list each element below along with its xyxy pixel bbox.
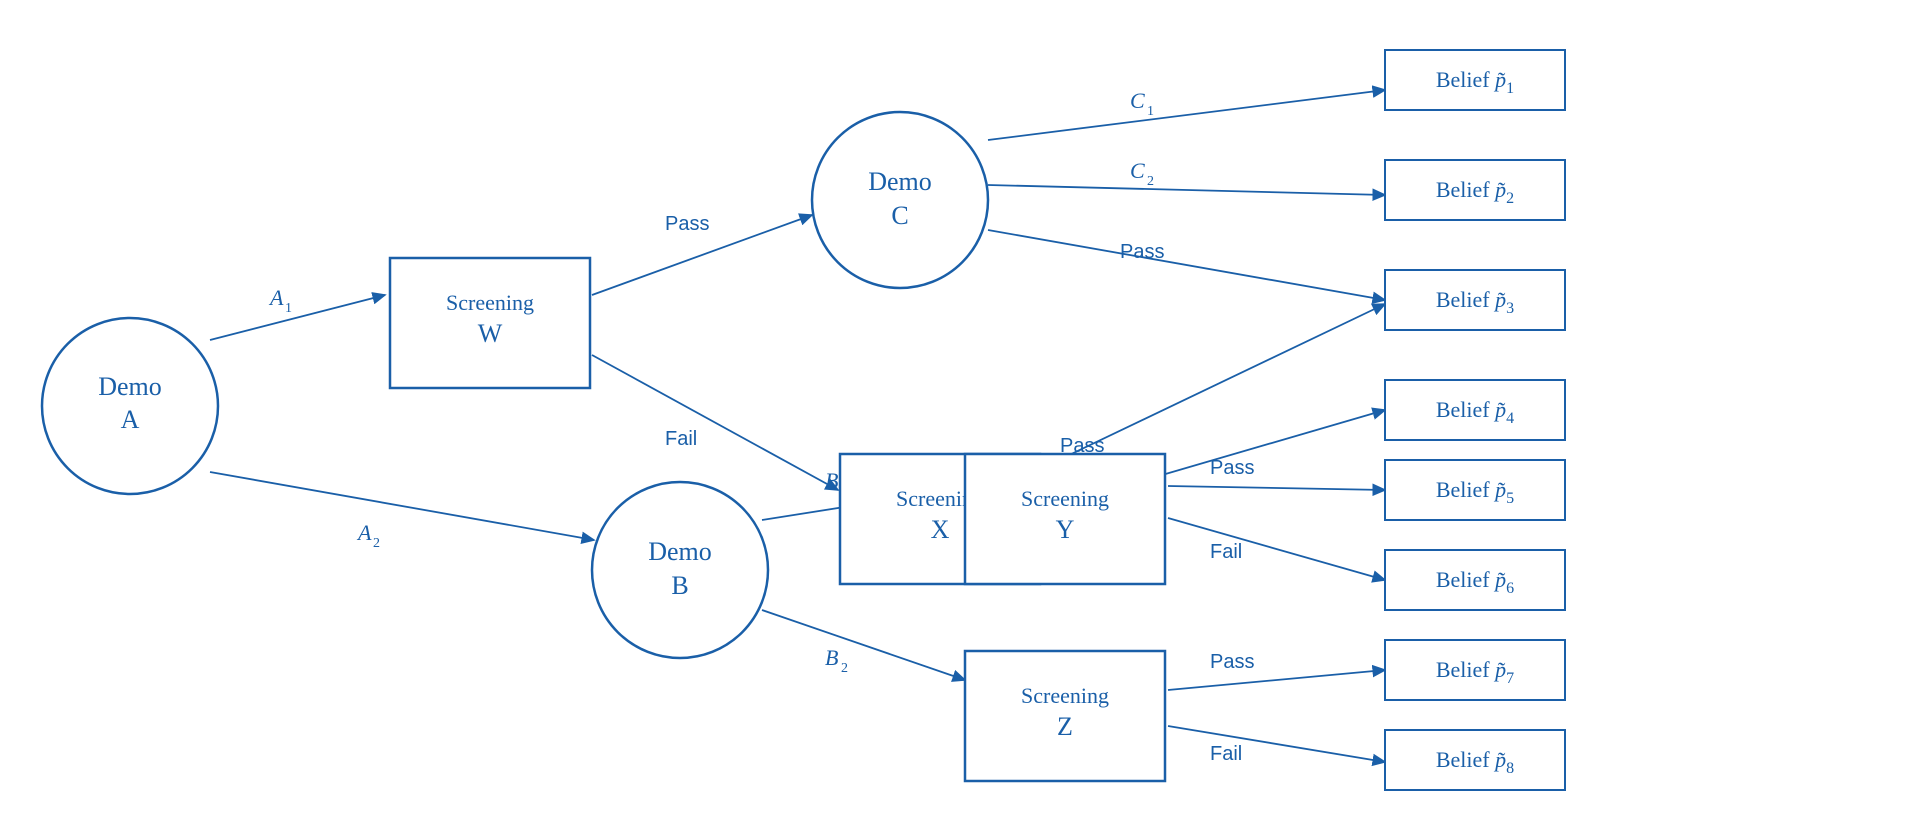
node-demo-c-label1: Demo: [868, 167, 932, 196]
label-pass-c: Pass: [1120, 241, 1164, 263]
label-c1: C: [1130, 88, 1145, 113]
edge-y-pass: [1168, 486, 1385, 490]
node-demo-a-label2: A: [121, 405, 140, 434]
node-screening-z-label2: Z: [1057, 712, 1073, 741]
label-fail-z: Fail: [1210, 743, 1242, 765]
edge-a1: [210, 295, 385, 340]
edge-c-pass: [988, 230, 1385, 300]
node-demo-c-label2: C: [891, 201, 908, 230]
label-pass-y: Pass: [1210, 457, 1254, 479]
label-c2: C: [1130, 158, 1145, 183]
label-b1: B: [825, 468, 838, 493]
edge-c1: [988, 90, 1385, 140]
node-demo-c: [812, 112, 988, 288]
label-fail-y: Fail: [1210, 541, 1242, 563]
node-screening-y-label2: Y: [1056, 515, 1075, 544]
node-screening-w-label1: Screening: [446, 290, 534, 315]
edge-z-fail: [1168, 726, 1385, 762]
edge-b2: [762, 610, 965, 680]
node-screening-y-label1: Screening: [1021, 486, 1109, 511]
label-a1-sub: 1: [285, 301, 292, 316]
node-demo-a-label1: Demo: [98, 372, 162, 401]
edge-y-fail: [1168, 518, 1385, 580]
label-a2-sub: 2: [373, 536, 380, 551]
label-pass-z: Pass: [1210, 651, 1254, 673]
node-screening-w-label2: W: [478, 319, 503, 348]
edge-w-fail: [592, 355, 838, 490]
node-demo-b-label2: B: [671, 571, 688, 600]
node-screening-x-label2: X: [931, 515, 950, 544]
node-demo-b: [592, 482, 768, 658]
edge-a2: [210, 472, 594, 540]
edge-z-pass: [1168, 670, 1385, 690]
label-b2-sub: 2: [841, 661, 848, 676]
label-b2: B: [825, 645, 838, 670]
label-a2: A: [356, 520, 372, 545]
label-fail-upper: Fail: [665, 428, 697, 450]
label-c2-sub: 2: [1147, 174, 1154, 189]
label-c1-sub: 1: [1147, 104, 1154, 119]
node-screening-z-label1: Screening: [1021, 683, 1109, 708]
label-pass-upper: Pass: [665, 213, 709, 235]
node-demo-b-label1: Demo: [648, 537, 712, 566]
label-a1: A: [268, 285, 284, 310]
edge-c2: [988, 185, 1385, 195]
